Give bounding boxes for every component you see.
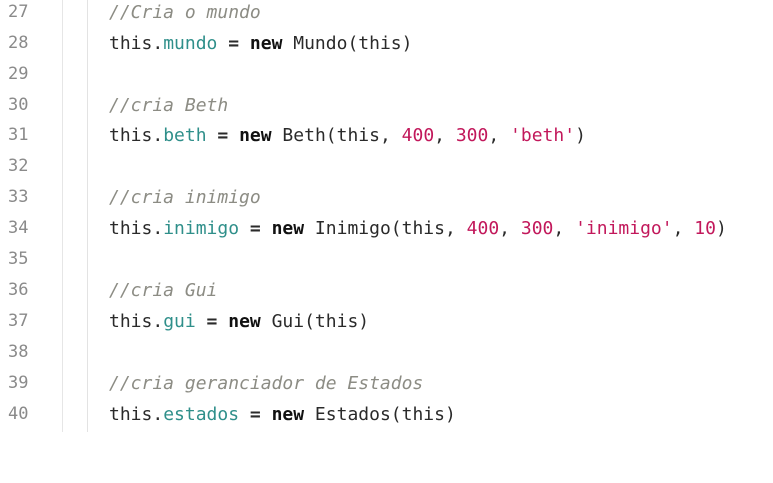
- line-number: 36: [8, 280, 29, 300]
- separator: ,: [672, 218, 695, 239]
- code-line[interactable]: 30 //cria Beth: [0, 90, 773, 121]
- assign-operator: =: [239, 218, 272, 239]
- separator: ,: [434, 125, 456, 146]
- code-line[interactable]: 27 //Cria o mundo: [0, 0, 773, 28]
- number-literal: 400: [401, 125, 435, 146]
- code-content[interactable]: this.gui = new Gui(this): [109, 306, 369, 337]
- code-line[interactable]: 37 this.gui = new Gui(this): [0, 306, 773, 337]
- code-content[interactable]: //cria Beth: [109, 90, 228, 121]
- property-name: inimigo: [163, 218, 240, 239]
- property-name: estados: [163, 404, 240, 425]
- new-keyword: new: [271, 404, 305, 425]
- line-number: 32: [8, 156, 29, 176]
- line-number: 34: [8, 218, 29, 238]
- constructor-call: Beth(this,: [271, 125, 402, 146]
- dot: .: [152, 33, 164, 54]
- code-content[interactable]: this.mundo = new Mundo(this): [109, 28, 412, 59]
- closing-paren: ): [575, 125, 586, 146]
- line-number: 38: [8, 342, 29, 362]
- code-content[interactable]: //cria geranciador de Estados: [109, 368, 423, 399]
- code-line[interactable]: 34 this.inimigo = new Inimigo(this, 400,…: [0, 213, 773, 244]
- line-number: 40: [8, 404, 29, 424]
- line-number: 31: [8, 125, 29, 145]
- constructor-call: Gui(this): [260, 311, 370, 332]
- comment: //cria inimigo: [109, 187, 261, 208]
- this-keyword: this: [109, 33, 153, 54]
- comment: //Cria o mundo: [109, 2, 261, 23]
- code-content[interactable]: //cria inimigo: [109, 182, 261, 213]
- dot: .: [152, 218, 164, 239]
- code-content[interactable]: this.inimigo = new Inimigo(this, 400, 30…: [109, 213, 727, 244]
- code-line[interactable]: 28 this.mundo = new Mundo(this): [0, 28, 773, 59]
- dot: .: [152, 125, 164, 146]
- code-line[interactable]: 35: [0, 244, 773, 275]
- separator: ,: [553, 218, 576, 239]
- separator: ,: [499, 218, 521, 239]
- constructor-call: Inimigo(this,: [304, 218, 467, 239]
- line-number: 39: [8, 373, 29, 393]
- string-literal: 'inimigo': [575, 218, 673, 239]
- line-number: 30: [8, 95, 29, 115]
- assign-operator: =: [239, 404, 272, 425]
- line-number: 33: [8, 187, 29, 207]
- new-keyword: new: [271, 218, 305, 239]
- code-line[interactable]: 32: [0, 151, 773, 182]
- property-name: mundo: [163, 33, 218, 54]
- code-content[interactable]: this.beth = new Beth(this, 400, 300, 'be…: [109, 120, 586, 151]
- comment: //cria geranciador de Estados: [109, 373, 424, 394]
- this-keyword: this: [109, 218, 153, 239]
- line-number: 29: [8, 64, 29, 84]
- line-number: 37: [8, 311, 29, 331]
- this-keyword: this: [109, 404, 153, 425]
- constructor-call: Mundo(this): [282, 33, 413, 54]
- separator: ,: [488, 125, 511, 146]
- new-keyword: new: [239, 125, 272, 146]
- line-number: 28: [8, 33, 29, 53]
- code-line[interactable]: 33 //cria inimigo: [0, 182, 773, 213]
- new-keyword: new: [249, 33, 283, 54]
- comment: //cria Gui: [109, 280, 218, 301]
- dot: .: [152, 404, 164, 425]
- dot: .: [152, 311, 164, 332]
- assign-operator: =: [195, 311, 229, 332]
- this-keyword: this: [109, 311, 153, 332]
- code-content[interactable]: //cria Gui: [109, 275, 217, 306]
- code-line[interactable]: 29: [0, 59, 773, 90]
- code-line[interactable]: 36 //cria Gui: [0, 275, 773, 306]
- string-literal: 'beth': [510, 125, 576, 146]
- code-content[interactable]: //Cria o mundo: [109, 0, 261, 28]
- number-literal: 400: [466, 218, 500, 239]
- code-editor[interactable]: 27 //Cria o mundo 28 this.mundo = new Mu…: [0, 0, 773, 432]
- assign-operator: =: [206, 125, 240, 146]
- comment: //cria Beth: [109, 95, 229, 116]
- code-content[interactable]: this.estados = new Estados(this): [109, 399, 456, 430]
- number-literal: 10: [694, 218, 716, 239]
- code-line[interactable]: 39 //cria geranciador de Estados: [0, 368, 773, 399]
- property-name: beth: [163, 125, 207, 146]
- property-name: gui: [163, 311, 196, 332]
- closing-paren: ): [715, 218, 727, 239]
- code-line[interactable]: 38: [0, 337, 773, 368]
- number-literal: 300: [455, 125, 489, 146]
- number-literal: 300: [520, 218, 554, 239]
- line-number: 35: [8, 249, 29, 269]
- line-number: 27: [8, 2, 29, 22]
- constructor-call: Estados(this): [304, 404, 456, 425]
- this-keyword: this: [109, 125, 153, 146]
- new-keyword: new: [228, 311, 261, 332]
- code-line[interactable]: 31 this.beth = new Beth(this, 400, 300, …: [0, 120, 773, 151]
- assign-operator: =: [217, 33, 250, 54]
- code-line[interactable]: 40 this.estados = new Estados(this): [0, 399, 773, 430]
